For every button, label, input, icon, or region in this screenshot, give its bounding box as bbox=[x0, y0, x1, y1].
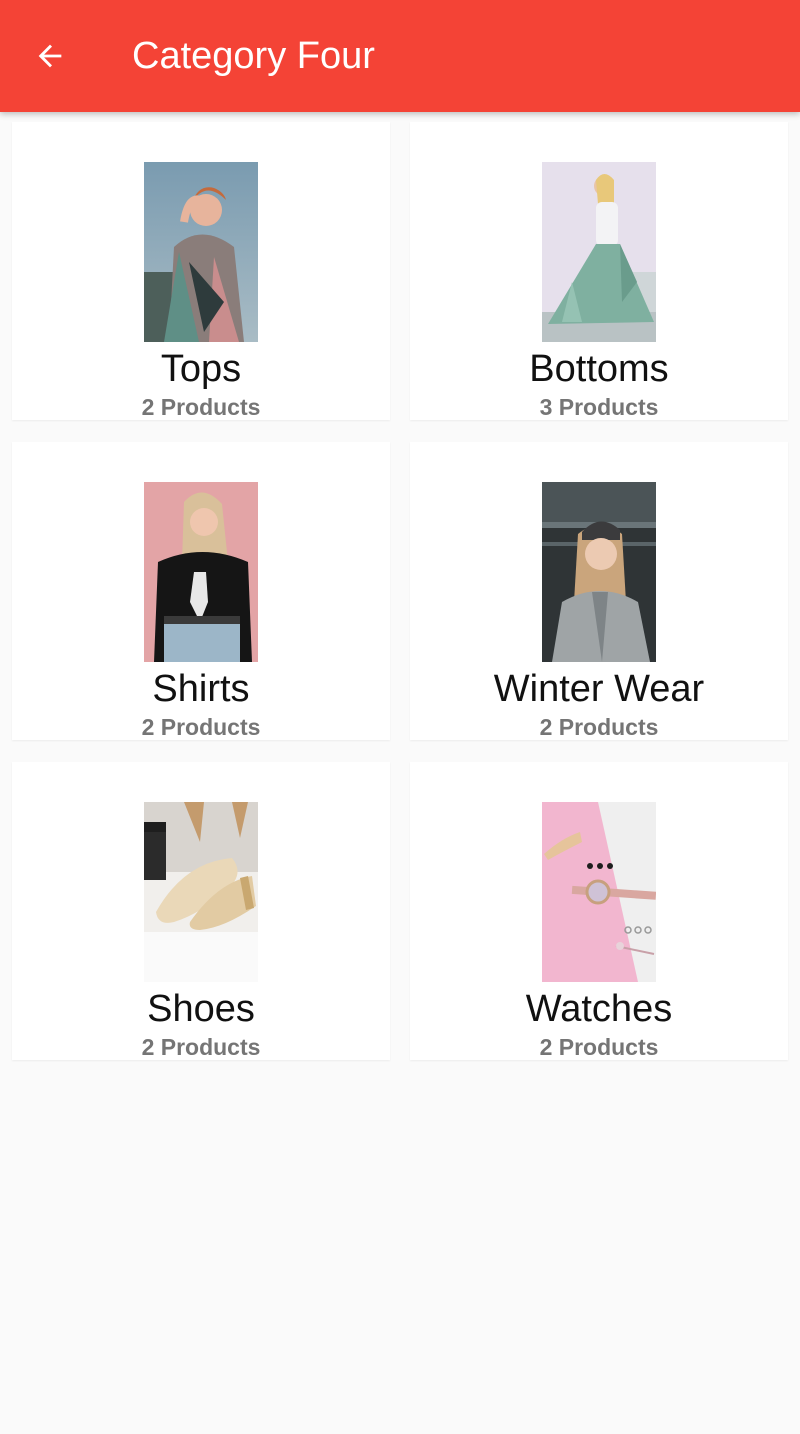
category-image bbox=[542, 802, 656, 982]
category-image bbox=[144, 482, 258, 662]
category-name: Shoes bbox=[147, 988, 255, 1030]
back-button[interactable] bbox=[22, 28, 78, 84]
category-image bbox=[542, 482, 656, 662]
category-image bbox=[144, 162, 258, 342]
category-name: Watches bbox=[525, 988, 673, 1030]
category-card-bottoms[interactable]: Bottoms 3 Products bbox=[410, 122, 788, 420]
arrow-left-icon bbox=[38, 44, 62, 68]
category-card-shirts[interactable]: Shirts 2 Products bbox=[12, 442, 390, 740]
category-image bbox=[542, 162, 656, 342]
category-card-watches[interactable]: Watches 2 Products bbox=[410, 762, 788, 1060]
category-count: 3 Products bbox=[539, 394, 659, 420]
page-title: Category Four bbox=[132, 35, 375, 77]
category-count: 2 Products bbox=[141, 714, 261, 740]
category-count: 2 Products bbox=[141, 1034, 261, 1060]
category-count: 2 Products bbox=[141, 394, 261, 420]
category-card-winter-wear[interactable]: Winter Wear 2 Products bbox=[410, 442, 788, 740]
category-card-shoes[interactable]: Shoes 2 Products bbox=[12, 762, 390, 1060]
app-bar: Category Four bbox=[0, 0, 800, 112]
category-name: Tops bbox=[160, 348, 242, 390]
category-name: Shirts bbox=[152, 668, 250, 710]
category-image bbox=[144, 802, 258, 982]
category-count: 2 Products bbox=[539, 1034, 659, 1060]
category-name: Winter Wear bbox=[493, 668, 705, 710]
category-name: Bottoms bbox=[529, 348, 669, 390]
category-card-tops[interactable]: Tops 2 Products bbox=[12, 122, 390, 420]
category-count: 2 Products bbox=[539, 714, 659, 740]
